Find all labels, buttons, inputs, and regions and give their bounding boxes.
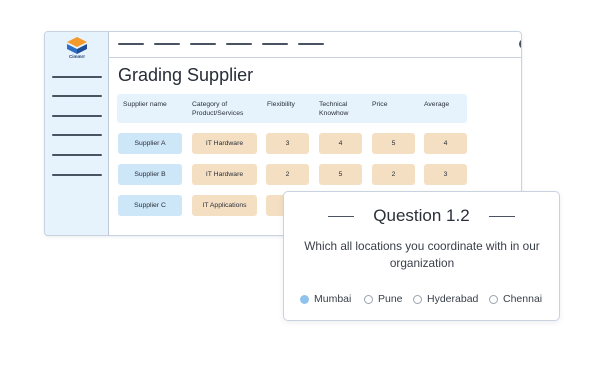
technical-cell: 5 bbox=[319, 164, 362, 185]
radio-selected-icon[interactable] bbox=[300, 294, 309, 304]
column-header-price: Price bbox=[372, 101, 388, 108]
page-title: Grading Supplier bbox=[118, 65, 254, 85]
sidebar-item-4[interactable] bbox=[52, 134, 102, 136]
sidebar-item-3[interactable] bbox=[52, 115, 102, 117]
option-pune[interactable]: Pune bbox=[364, 292, 403, 306]
category-cell: IT Applications bbox=[192, 195, 257, 216]
column-header-category: Category of Product/Services bbox=[192, 101, 244, 117]
table-header: Supplier name Category of Product/Servic… bbox=[117, 94, 467, 123]
option-hyderabad[interactable]: Hyderabad bbox=[413, 292, 478, 306]
topbar-item-2[interactable] bbox=[154, 43, 180, 45]
sidebar-item-1[interactable] bbox=[52, 76, 102, 78]
column-header-flexibility: Flexibility bbox=[267, 101, 295, 108]
supplier-name-cell: Supplier B bbox=[118, 164, 182, 185]
category-cell: IT Hardware bbox=[192, 164, 257, 185]
user-avatar-icon[interactable] bbox=[519, 39, 521, 49]
column-header-supplier: Supplier name bbox=[123, 101, 167, 108]
sidebar: Cimmrr bbox=[45, 32, 109, 235]
flexibility-cell: 2 bbox=[266, 164, 309, 185]
topbar-item-6[interactable] bbox=[298, 43, 324, 45]
sidebar-item-6[interactable] bbox=[52, 174, 102, 176]
column-header-technical: Technical Knowhow bbox=[319, 101, 349, 117]
topbar-item-4[interactable] bbox=[226, 43, 252, 45]
radio-icon[interactable] bbox=[413, 294, 422, 304]
column-header-average: Average bbox=[424, 101, 450, 108]
option-label: Pune bbox=[378, 293, 403, 305]
option-mumbai[interactable]: Mumbai bbox=[300, 292, 351, 306]
topbar-item-1[interactable] bbox=[118, 43, 144, 45]
option-label: Chennai bbox=[503, 293, 543, 305]
radio-icon[interactable] bbox=[364, 294, 373, 304]
price-cell: 2 bbox=[372, 164, 415, 185]
question-title: Question 1.2 bbox=[373, 206, 470, 225]
sidebar-item-2[interactable] bbox=[52, 95, 102, 97]
title-rule-right bbox=[489, 216, 515, 217]
topbar-item-5[interactable] bbox=[262, 43, 288, 45]
brand-logo-text: Cimmrr bbox=[68, 54, 85, 59]
question-card: Question 1.2 Which all locations you coo… bbox=[283, 191, 560, 321]
supplier-name-cell: Supplier C bbox=[118, 195, 182, 216]
price-cell: 5 bbox=[372, 133, 415, 154]
average-cell: 3 bbox=[424, 164, 467, 185]
sidebar-item-5[interactable] bbox=[52, 154, 102, 156]
category-cell: IT Hardware bbox=[192, 133, 257, 154]
average-cell: 4 bbox=[424, 133, 467, 154]
topbar-item-3[interactable] bbox=[190, 43, 216, 45]
flexibility-cell: 3 bbox=[266, 133, 309, 154]
option-chennai[interactable]: Chennai bbox=[489, 292, 542, 306]
option-label: Mumbai bbox=[314, 293, 352, 305]
technical-cell: 4 bbox=[319, 133, 362, 154]
radio-icon[interactable] bbox=[489, 294, 498, 304]
top-bar bbox=[109, 32, 521, 58]
supplier-name-cell: Supplier A bbox=[118, 133, 182, 154]
option-label: Hyderabad bbox=[427, 293, 479, 305]
question-text: Which all locations you coordinate with … bbox=[304, 239, 540, 270]
